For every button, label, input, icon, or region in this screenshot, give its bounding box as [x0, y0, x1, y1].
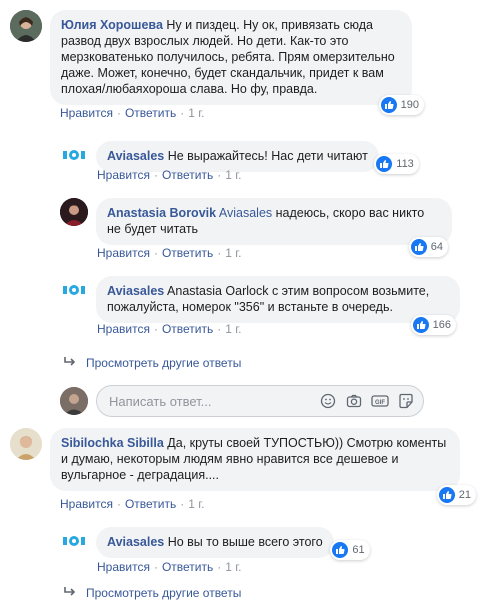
- reaction-count[interactable]: 21: [436, 485, 476, 505]
- reply-anastasia: Anastasia Borovik Aviasales надеюсь, ско…: [60, 198, 452, 257]
- reaction-count[interactable]: 61: [330, 540, 370, 560]
- reply-link[interactable]: Ответить: [125, 497, 176, 511]
- reply-link[interactable]: Ответить: [162, 560, 213, 574]
- reaction-count[interactable]: 166: [410, 315, 456, 335]
- comment-bubble: Aviasales Anastasia Oarlock с этим вопро…: [96, 276, 460, 335]
- author-name[interactable]: Sibilochka Sibilla: [61, 436, 164, 450]
- reply-tools: GIF: [319, 392, 415, 410]
- separator: ·: [217, 560, 222, 574]
- reply-aviasales-3: Aviasales Но вы то выше всего этого 61: [60, 527, 370, 560]
- likes-count: 61: [352, 544, 365, 556]
- comment-bubble: Sibilochka Sibilla Да, круты своей ТУПОС…: [50, 428, 476, 505]
- reaction-count[interactable]: 190: [378, 95, 424, 115]
- like-icon: [410, 239, 427, 255]
- current-user-avatar[interactable]: [60, 387, 88, 415]
- like-link[interactable]: Нравится: [97, 168, 150, 182]
- reply-composer: GIF: [60, 385, 424, 417]
- separator: ·: [116, 106, 121, 120]
- separator: ·: [116, 497, 121, 511]
- reply-aviasales-2: Aviasales Anastasia Oarlock с этим вопро…: [60, 276, 460, 335]
- separator: ·: [153, 322, 158, 336]
- timestamp[interactable]: 1 г.: [188, 106, 204, 120]
- comment-bubble: Anastasia Borovik Aviasales надеюсь, ско…: [96, 198, 452, 257]
- timestamp[interactable]: 1 г.: [188, 497, 204, 511]
- comment-actions: Нравится · Ответить · 1 г.: [97, 322, 242, 336]
- like-icon: [412, 317, 429, 333]
- aviasales-logo-icon: [61, 142, 87, 168]
- separator: ·: [153, 246, 158, 260]
- view-more-replies[interactable]: Просмотреть другие ответы: [64, 355, 241, 370]
- comment-actions: Нравится · Ответить · 1 г.: [60, 497, 205, 511]
- like-link[interactable]: Нравится: [97, 322, 150, 336]
- comment-bubble: Юлия Хорошева Ну и пиздец. Ну ок, привяз…: [50, 10, 424, 115]
- author-name[interactable]: Aviasales: [107, 284, 164, 298]
- view-more-label: Просмотреть другие ответы: [86, 355, 242, 370]
- sticker-icon[interactable]: [397, 392, 415, 410]
- reply-arrow-icon: [64, 355, 76, 370]
- separator: ·: [153, 168, 158, 182]
- like-link[interactable]: Нравится: [97, 246, 150, 260]
- comment-actions: Нравится · Ответить · 1 г.: [97, 246, 242, 260]
- avatar[interactable]: [60, 527, 88, 555]
- comment-bubble: Aviasales Но вы то выше всего этого 61: [96, 527, 370, 560]
- avatar[interactable]: [60, 276, 88, 304]
- timestamp[interactable]: 1 г.: [225, 246, 241, 260]
- timestamp[interactable]: 1 г.: [225, 168, 241, 182]
- comment-actions: Нравится · Ответить · 1 г.: [60, 106, 205, 120]
- likes-count: 113: [396, 158, 414, 170]
- reaction-count[interactable]: 113: [374, 154, 419, 174]
- like-icon: [438, 487, 455, 503]
- like-link[interactable]: Нравится: [60, 497, 113, 511]
- separator: ·: [153, 560, 158, 574]
- reply-link[interactable]: Ответить: [162, 168, 213, 182]
- mention-link[interactable]: Aviasales: [219, 206, 272, 220]
- likes-count: 166: [432, 319, 451, 331]
- separator: ·: [217, 322, 222, 336]
- avatar[interactable]: [10, 10, 42, 42]
- likes-count: 190: [400, 99, 419, 111]
- emoji-icon[interactable]: [319, 392, 337, 410]
- separator: ·: [180, 106, 185, 120]
- reply-link[interactable]: Ответить: [162, 322, 213, 336]
- reply-input[interactable]: [109, 393, 319, 409]
- author-name[interactable]: Aviasales: [107, 149, 164, 163]
- comment-yulia: Юлия Хорошева Ну и пиздец. Ну ок, привяз…: [10, 10, 424, 115]
- author-name[interactable]: Anastasia Borovik: [107, 206, 216, 220]
- likes-count: 64: [430, 241, 443, 253]
- separator: ·: [217, 246, 222, 260]
- view-more-replies[interactable]: Просмотреть другие ответы: [64, 585, 241, 600]
- separator: ·: [217, 168, 222, 182]
- gif-icon[interactable]: GIF: [371, 392, 389, 410]
- reply-link[interactable]: Ответить: [162, 246, 213, 260]
- reply-arrow-icon: [64, 585, 76, 600]
- avatar[interactable]: [60, 141, 88, 169]
- comment-actions: Нравится · Ответить · 1 г.: [97, 560, 242, 574]
- like-link[interactable]: Нравится: [60, 106, 113, 120]
- comment-text: Но вы то выше всего этого: [167, 535, 323, 549]
- comment-actions: Нравится · Ответить · 1 г.: [97, 168, 242, 182]
- likes-count: 21: [458, 489, 471, 501]
- view-more-label: Просмотреть другие ответы: [86, 585, 242, 600]
- comment-sibilla: Sibilochka Sibilla Да, круты своей ТУПОС…: [10, 428, 476, 505]
- like-icon: [380, 97, 397, 113]
- reply-link[interactable]: Ответить: [125, 106, 176, 120]
- timestamp[interactable]: 1 г.: [225, 560, 241, 574]
- avatar[interactable]: [10, 428, 42, 460]
- author-name[interactable]: Юлия Хорошева: [61, 18, 163, 32]
- camera-icon[interactable]: [345, 392, 363, 410]
- timestamp[interactable]: 1 г.: [225, 322, 241, 336]
- svg-text:GIF: GIF: [375, 400, 385, 406]
- like-icon: [332, 542, 349, 558]
- avatar[interactable]: [60, 198, 88, 226]
- reply-input-wrapper: GIF: [96, 385, 424, 417]
- reaction-count[interactable]: 64: [408, 237, 448, 257]
- aviasales-logo-icon: [61, 528, 87, 554]
- like-icon: [376, 156, 393, 172]
- author-name[interactable]: Aviasales: [107, 535, 164, 549]
- aviasales-logo-icon: [61, 277, 87, 303]
- like-link[interactable]: Нравится: [97, 560, 150, 574]
- comment-text: Не выражайтесь! Нас дети читают: [167, 149, 368, 163]
- separator: ·: [180, 497, 185, 511]
